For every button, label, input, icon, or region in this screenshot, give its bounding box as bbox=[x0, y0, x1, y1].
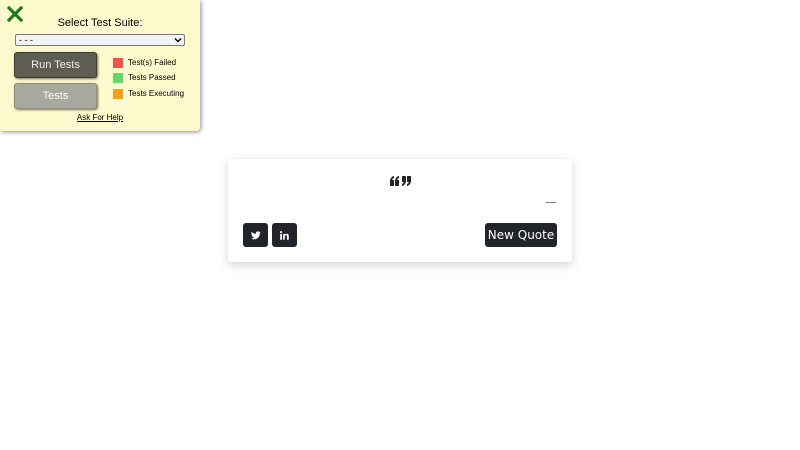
quote-left-icon bbox=[390, 176, 411, 186]
legend-item-passed: Tests Passed bbox=[113, 72, 176, 83]
legend-item-failed: Test(s) Failed bbox=[113, 57, 176, 68]
legend-label: Test(s) Failed bbox=[128, 58, 177, 67]
quote-box: — New Quote bbox=[228, 159, 572, 262]
legend-item-executing: Tests Executing bbox=[113, 88, 184, 99]
chevron-down-icon bbox=[174, 38, 182, 43]
test-suite-select[interactable]: - - - bbox=[15, 34, 185, 46]
test-suite-select-value: - - - bbox=[19, 35, 33, 45]
new-quote-button[interactable]: New Quote bbox=[485, 223, 557, 247]
linkedin-share-button[interactable] bbox=[272, 223, 297, 247]
executing-swatch bbox=[113, 88, 123, 99]
passed-swatch bbox=[113, 72, 123, 83]
tweet-quote-button[interactable] bbox=[243, 223, 268, 247]
tests-button[interactable]: Tests bbox=[14, 83, 97, 109]
failed-swatch bbox=[113, 57, 123, 68]
legend-label: Tests Executing bbox=[128, 89, 185, 98]
legend-label: Tests Passed bbox=[128, 73, 176, 82]
select-test-suite-label: Select Test Suite: bbox=[57, 17, 143, 29]
ask-for-help-link[interactable]: Ask For Help bbox=[0, 113, 200, 122]
run-tests-button[interactable]: Run Tests bbox=[14, 52, 97, 78]
twitter-icon bbox=[250, 230, 261, 239]
test-suite-panel: Select Test Suite: - - - Run Tests Tests… bbox=[0, 0, 200, 131]
quote-author: — bbox=[545, 195, 557, 209]
linkedin-icon bbox=[280, 230, 289, 240]
